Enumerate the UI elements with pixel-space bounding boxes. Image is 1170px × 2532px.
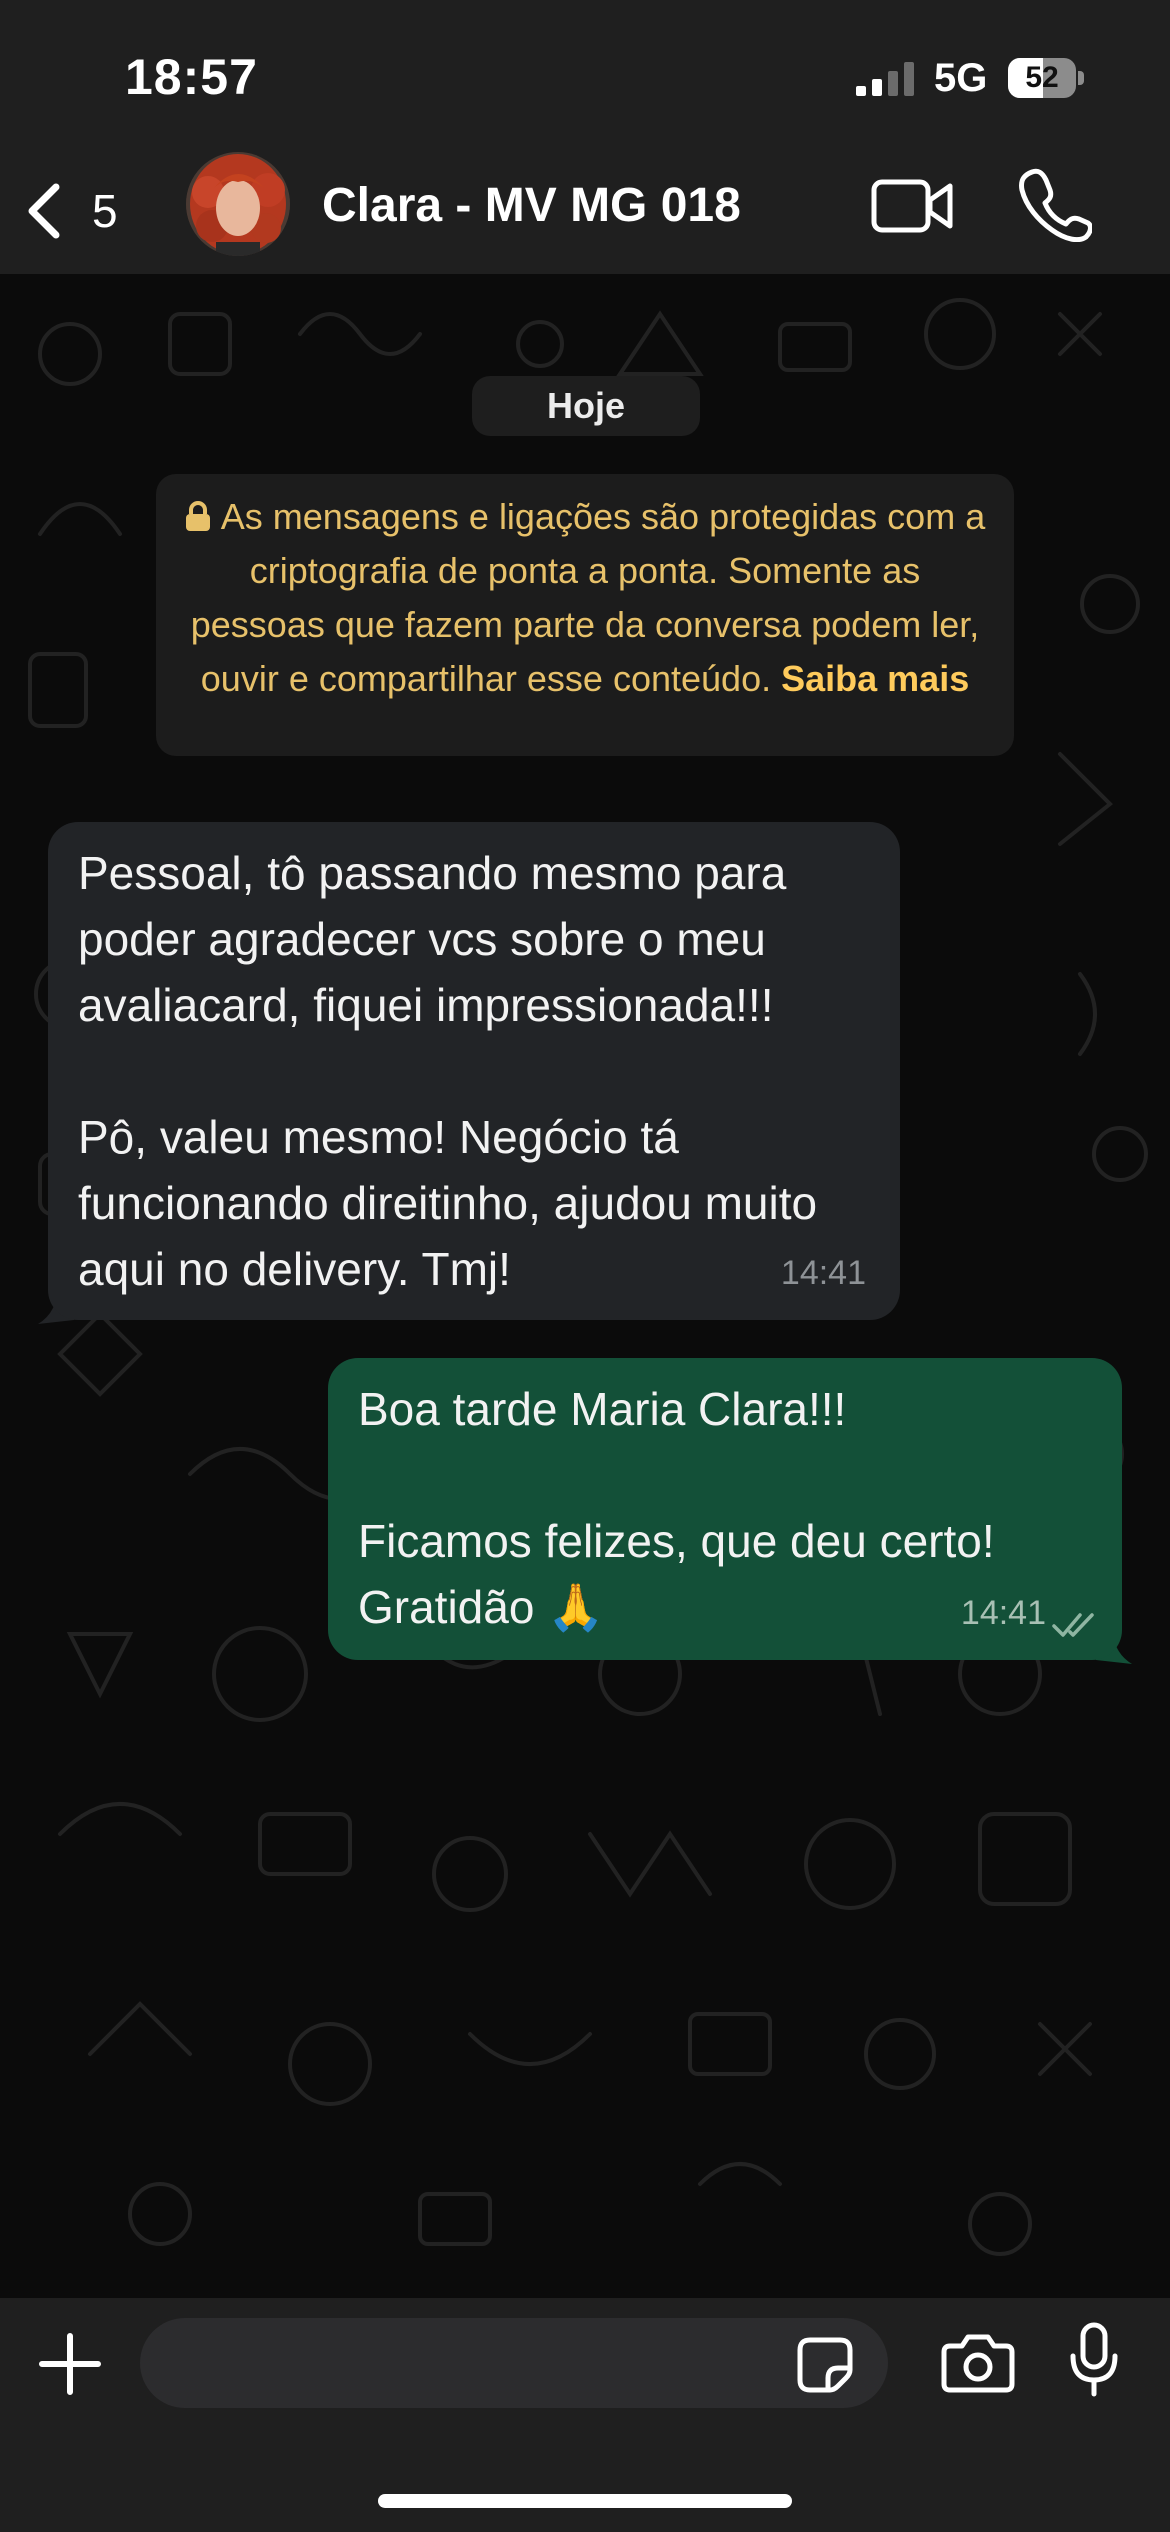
battery-percent: 52 xyxy=(1025,61,1059,94)
chevron-left-icon xyxy=(28,183,60,239)
status-bar: 18:57 5G 52 xyxy=(0,0,1170,150)
status-time: 18:57 xyxy=(125,49,258,105)
date-separator: Hoje xyxy=(472,376,700,436)
back-button[interactable]: 5 xyxy=(22,176,118,246)
double-check-icon xyxy=(1052,1613,1094,1637)
message-input[interactable] xyxy=(140,2318,888,2408)
encryption-notice[interactable]: As mensagens e ligações são protegidas c… xyxy=(156,474,1014,756)
signal-strength-icon xyxy=(856,62,914,96)
unread-chats-count: 5 xyxy=(92,185,118,237)
home-indicator[interactable] xyxy=(378,2494,792,2508)
camera-icon[interactable] xyxy=(940,2332,1016,2394)
sticker-icon[interactable] xyxy=(796,2336,854,2394)
message-time: 14:41 xyxy=(960,1594,1046,1632)
message-text: Pessoal, tô passando mesmo para poder ag… xyxy=(78,847,787,1031)
chat-area[interactable]: Hoje As mensagens e ligações são protegi… xyxy=(0,274,1170,2298)
contact-avatar[interactable] xyxy=(186,152,290,256)
message-text: Boa tarde Maria Clara!!! xyxy=(358,1383,847,1435)
microphone-icon[interactable] xyxy=(1068,2322,1120,2398)
battery-icon: 52 xyxy=(1008,58,1084,98)
learn-more-link[interactable]: Saiba mais xyxy=(781,658,969,699)
chat-header: 5 Clara - MV MG 018 xyxy=(0,150,1170,274)
incoming-message[interactable]: Pessoal, tô passando mesmo para poder ag… xyxy=(48,822,900,1320)
message-input-bar xyxy=(0,2298,1170,2532)
avatar-photo xyxy=(186,152,290,256)
contact-name[interactable]: Clara - MV MG 018 xyxy=(322,178,741,233)
lock-icon xyxy=(185,501,210,531)
message-text: Pô, valeu mesmo! Negócio tá funcionando … xyxy=(78,1111,818,1295)
message-time: 14:41 xyxy=(780,1254,866,1292)
network-type: 5G xyxy=(934,56,988,100)
phone-icon[interactable] xyxy=(1018,166,1092,242)
video-camera-icon[interactable] xyxy=(870,172,954,240)
outgoing-message[interactable]: Boa tarde Maria Clara!!! Ficamos felizes… xyxy=(328,1358,1122,1660)
plus-icon[interactable] xyxy=(38,2332,102,2396)
